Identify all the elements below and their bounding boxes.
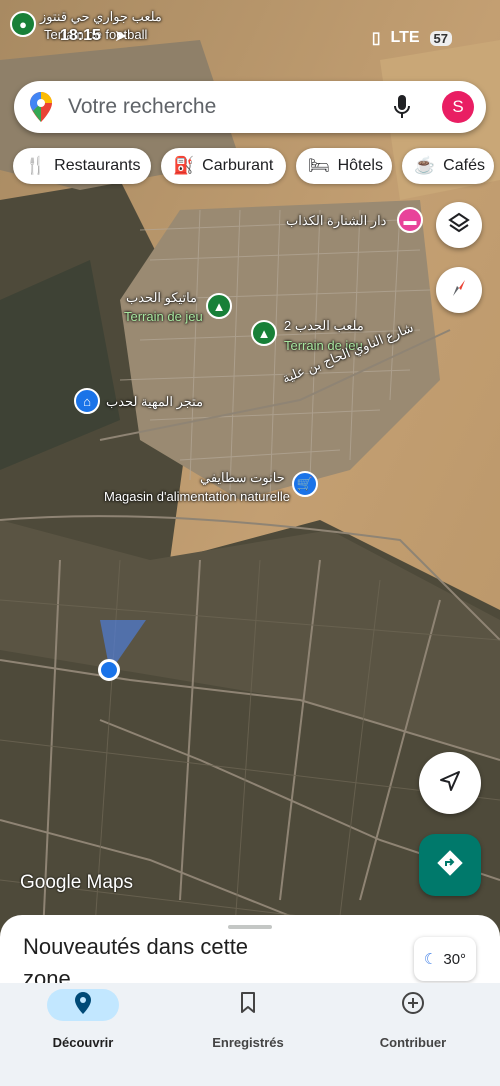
- temperature: 30°: [443, 950, 467, 968]
- hotel-pin[interactable]: ▬: [397, 207, 423, 233]
- coffee-cup-icon: ☕: [414, 156, 436, 175]
- compass-icon: [448, 277, 470, 304]
- layers-button[interactable]: [436, 202, 482, 248]
- chip-hotels[interactable]: 🛏 Hôtels: [296, 148, 392, 184]
- bottom-navigation: Découvrir Enregistrés Contribuer: [0, 983, 500, 1086]
- place-label-shop[interactable]: متجر المهية لحدب: [106, 394, 203, 410]
- chip-cafes[interactable]: ☕ Cafés: [402, 148, 494, 184]
- grocery-pin[interactable]: 🛒: [292, 471, 318, 497]
- avatar[interactable]: S: [442, 91, 474, 123]
- directions-icon: [436, 849, 464, 882]
- nav-active-indicator: [47, 989, 119, 1021]
- network-type: LTE: [390, 29, 420, 46]
- status-bar: 18:15 ➤ ▯ LTE 57: [0, 22, 500, 52]
- place-sublabel-park-1[interactable]: Terrain de jeu: [124, 309, 203, 324]
- directions-button[interactable]: [419, 834, 481, 896]
- nav-label-saved: Enregistrés: [212, 1035, 284, 1050]
- bookmark-icon: [240, 991, 256, 1019]
- vibrate-icon: ▯: [371, 30, 381, 47]
- search-bar[interactable]: Votre recherche S: [14, 81, 486, 133]
- add-circle-icon: [401, 991, 425, 1020]
- chip-label: Cafés: [443, 157, 485, 174]
- compass-button[interactable]: [436, 267, 482, 313]
- partly-cloudy-icon: ☾: [423, 951, 438, 968]
- park-pin-2[interactable]: ▲: [251, 320, 277, 346]
- hotel-bed-icon: 🛏: [308, 156, 330, 175]
- place-sublabel-grocery[interactable]: Magasin d'alimentation naturelle: [104, 489, 290, 504]
- navigation-arrow-icon: [438, 769, 462, 798]
- search-input[interactable]: Votre recherche: [68, 95, 216, 119]
- shop-pin[interactable]: ⌂: [74, 388, 100, 414]
- place-label-park-2[interactable]: ملعب الحدب 2: [284, 318, 364, 334]
- microphone-icon[interactable]: [394, 95, 410, 124]
- chip-restaurants[interactable]: 🍴 Restaurants: [13, 148, 151, 184]
- nav-saved[interactable]: Enregistrés: [168, 989, 328, 1050]
- nav-explore[interactable]: Découvrir: [3, 989, 163, 1050]
- place-label-hotel[interactable]: دار الشنارة الكذاب: [286, 213, 386, 229]
- category-chips: 🍴 Restaurants ⛽ Carburant 🛏 Hôtels ☕ Cafés: [13, 148, 500, 184]
- place-label-park-1[interactable]: ماتيكو الحدب: [126, 290, 197, 306]
- nav-label-explore: Découvrir: [52, 1035, 114, 1050]
- my-location-dot: [98, 659, 120, 681]
- restaurant-icon: 🍴: [25, 156, 47, 175]
- chip-label: Restaurants: [54, 157, 141, 174]
- nav-icon-holder: [377, 989, 449, 1021]
- gas-station-icon: ⛽: [173, 156, 195, 175]
- place-label-grocery[interactable]: حانوت سطايفي: [200, 470, 285, 486]
- layers-icon: [448, 212, 470, 239]
- google-maps-watermark: Google Maps: [20, 872, 134, 893]
- google-maps-pin-icon: [30, 92, 52, 127]
- nav-contribute[interactable]: Contribuer: [333, 989, 493, 1050]
- chip-label: Hôtels: [337, 157, 383, 174]
- location-pin-icon: [75, 991, 91, 1019]
- weather-chip[interactable]: ☾ 30°: [414, 937, 476, 981]
- status-time: 18:15: [60, 27, 101, 44]
- battery-level: 57: [429, 30, 452, 46]
- park-pin-1[interactable]: ▲: [206, 293, 232, 319]
- sheet-drag-handle[interactable]: [228, 925, 272, 929]
- navigation-arrow-icon: ➤: [114, 28, 128, 45]
- chip-fuel[interactable]: ⛽ Carburant: [161, 148, 286, 184]
- recenter-button[interactable]: [419, 752, 481, 814]
- nav-label-contribute: Contribuer: [379, 1035, 447, 1050]
- chip-label: Carburant: [202, 157, 274, 174]
- nav-icon-holder: [212, 989, 284, 1021]
